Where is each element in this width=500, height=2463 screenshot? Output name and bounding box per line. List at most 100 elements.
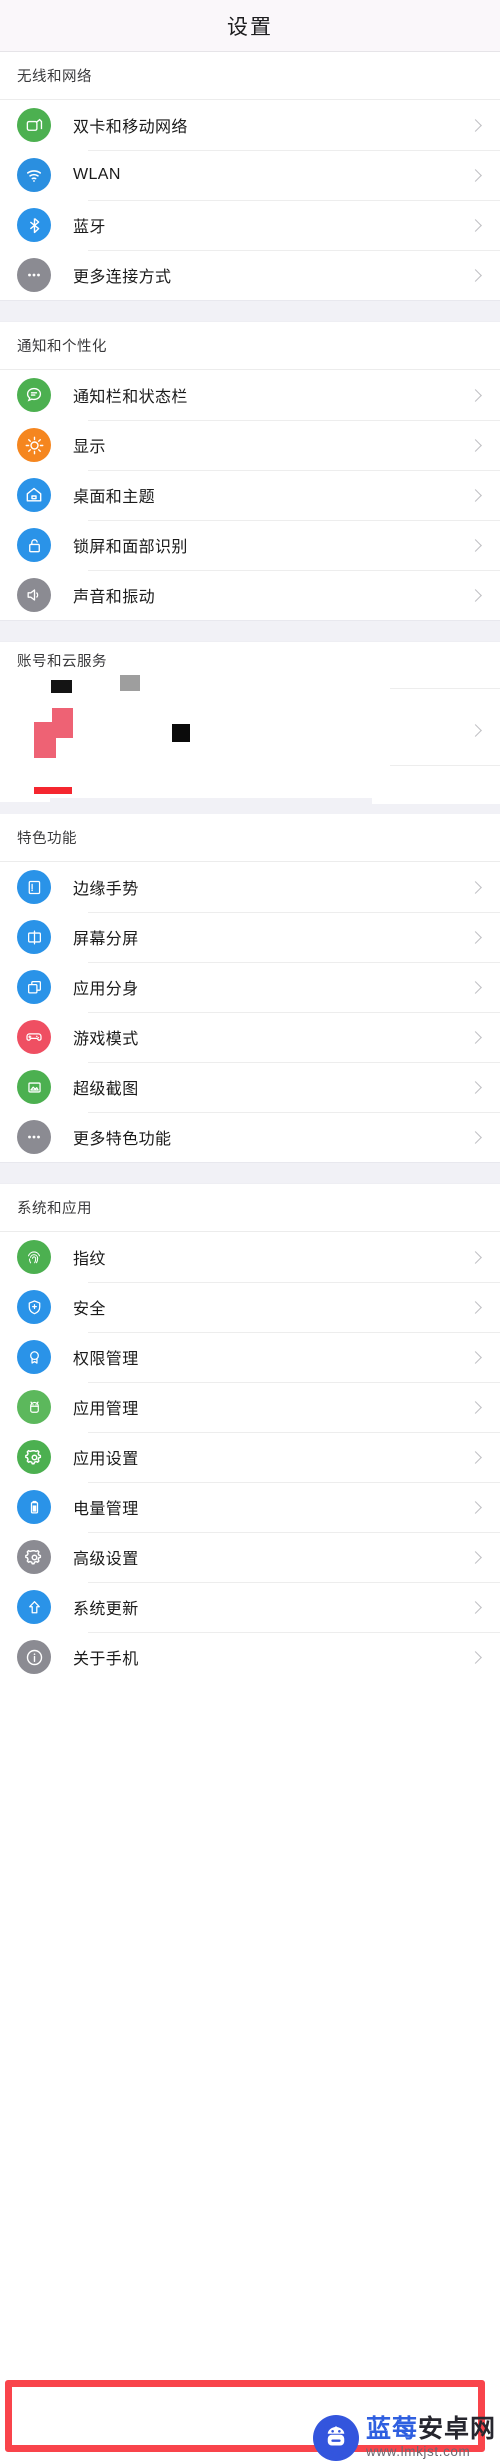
row-more-features[interactable]: 更多特色功能 [0,1112,500,1162]
screenshot-icon [17,1070,51,1104]
row-divider [390,765,500,766]
row-system-update[interactable]: 系统更新 [0,1582,500,1632]
row-advanced-settings[interactable]: 高级设置 [0,1532,500,1582]
watermark: 蓝莓安卓网 www.lmkjst.com [312,2415,496,2461]
row-lockscreen-face[interactable]: 锁屏和面部识别 [0,520,500,570]
chevron-right-icon [469,1300,482,1314]
section-divider [0,620,500,642]
section-header-notification: 通知和个性化 [0,322,500,370]
section-header-features: 特色功能 [0,814,500,862]
chevron-right-icon [469,930,482,944]
section-divider [0,1162,500,1184]
row-permission-manager[interactable]: 权限管理 [0,1332,500,1382]
split-screen-icon [17,920,51,954]
row-label: 锁屏和面部识别 [73,539,188,556]
row-edge-gesture[interactable]: 边缘手势 [0,862,500,912]
row-label: 权限管理 [73,1351,139,1368]
chevron-right-icon [469,1350,482,1364]
row-more-connections[interactable]: 更多连接方式 [0,250,500,300]
row-wlan[interactable]: WLAN [0,150,500,200]
chevron-right-icon [469,588,482,602]
chevron-right-icon [469,1650,482,1664]
glitch-block-dark [172,724,190,742]
sim-card-icon [17,108,51,142]
row-divider [390,688,500,689]
chevron-right-icon [469,980,482,994]
row-label: 应用分身 [73,981,139,998]
speaker-icon [17,578,51,612]
row-game-mode[interactable]: 游戏模式 [0,1012,500,1062]
row-app-clone[interactable]: 应用分身 [0,962,500,1012]
watermark-url: www.lmkjst.com [365,2444,471,2460]
chevron-right-icon [469,168,482,182]
section-title: 特色功能 [17,831,77,847]
battery-icon [17,1490,51,1524]
row-label: 桌面和主题 [73,489,156,506]
edge-gesture-icon [17,870,51,904]
row-display[interactable]: 显示 [0,420,500,470]
row-fingerprint[interactable]: 指纹 [0,1232,500,1282]
section-account-cloud-corrupted: 账号和云服务 [0,642,500,794]
row-label: 更多特色功能 [73,1131,172,1148]
gear-icon [17,1440,51,1474]
row-label: 系统更新 [73,1601,139,1618]
fingerprint-icon [17,1240,51,1274]
row-label: 电量管理 [73,1501,139,1518]
section-header-wireless: 无线和网络 [0,52,500,100]
chevron-right-icon [469,880,482,894]
row-app-settings[interactable]: 应用设置 [0,1432,500,1482]
row-notification-statusbar[interactable]: 通知栏和状态栏 [0,370,500,420]
row-desktop-theme[interactable]: 桌面和主题 [0,470,500,520]
row-label: 关于手机 [73,1651,139,1668]
chevron-right-icon [469,268,482,282]
more-dots-icon [17,1120,51,1154]
row-label: 应用管理 [73,1401,139,1418]
glitch-block-dark [51,680,72,693]
badge-icon [17,1340,51,1374]
chevron-right-icon [469,1080,482,1094]
row-battery-manager[interactable]: 电量管理 [0,1482,500,1532]
up-arrow-icon [17,1590,51,1624]
shield-icon [17,1290,51,1324]
row-label: 应用设置 [73,1451,139,1468]
row-security[interactable]: 安全 [0,1282,500,1332]
chevron-right-icon [469,488,482,502]
row-app-manager[interactable]: 应用管理 [0,1382,500,1432]
chevron-right-icon [469,538,482,552]
chevron-right-icon [469,218,482,232]
row-label: 通知栏和状态栏 [73,389,188,406]
android-icon [17,1390,51,1424]
bluetooth-icon [17,208,51,242]
row-label: 双卡和移动网络 [73,119,188,136]
section-divider-glitched [0,794,500,814]
row-dual-sim-mobile-network[interactable]: 双卡和移动网络 [0,100,500,150]
section-title: 通知和个性化 [17,339,107,355]
section-title: 账号和云服务 [17,654,107,670]
section-title: 无线和网络 [17,69,92,85]
brightness-icon [17,428,51,462]
more-dots-icon [17,258,51,292]
row-sound-vibration[interactable]: 声音和振动 [0,570,500,620]
chevron-right-icon [469,388,482,402]
row-split-screen[interactable]: 屏幕分屏 [0,912,500,962]
home-icon [17,478,51,512]
row-label: 超级截图 [73,1081,139,1098]
row-about-phone[interactable]: 关于手机 [0,1632,500,1682]
section-divider [0,300,500,322]
row-label: 蓝牙 [73,219,106,236]
glitch-block-gray [120,675,140,691]
row-label: 高级设置 [73,1551,139,1568]
chevron-right-icon [469,438,482,452]
chevron-right-icon [469,1450,482,1464]
row-super-screenshot[interactable]: 超级截图 [0,1062,500,1112]
chat-bubble-icon [17,378,51,412]
section-title: 系统和应用 [17,1201,92,1217]
chevron-right-icon [469,1250,482,1264]
page-title: 设置 [227,15,273,39]
settings-screen: 设置 无线和网络 双卡和移动网络 WLAN 蓝牙 更多连接方式 通知和个性化 通… [0,0,500,2463]
app-clone-icon [17,970,51,1004]
row-label: 指纹 [73,1251,106,1268]
row-label: WLAN [73,166,121,183]
row-label: 更多连接方式 [73,269,172,286]
row-bluetooth[interactable]: 蓝牙 [0,200,500,250]
